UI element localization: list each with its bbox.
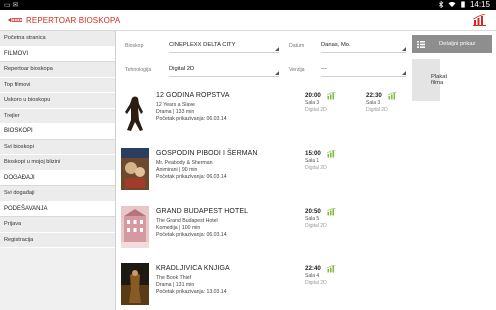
showtime-hall: Sala 5 [305, 216, 320, 222]
showtime-format: Digital 2D [305, 223, 327, 229]
showtime[interactable]: 22:40 Sala 4 Digital 2D [305, 265, 345, 286]
showtime-time: 20:50 [305, 208, 321, 215]
cinema-filter-label: Bioskop [125, 43, 144, 49]
showtime-format: Digital 2D [366, 107, 388, 113]
notification-icons: ▭ ✉ [4, 2, 19, 9]
movie-title[interactable]: KRADLJIVICA KNJIGA [156, 265, 230, 272]
nav-trailer[interactable]: Trejler [0, 108, 115, 124]
nav-all-cinemas[interactable]: Svi bioskopi [0, 139, 115, 155]
status-bar: ▭ ✉ 14:15 [0, 0, 496, 10]
showtime-format: Digital 2D [305, 165, 327, 171]
movie-title[interactable]: 12 GODINA ROPSTVA [156, 92, 230, 99]
showtime[interactable]: 20:00 Sala 3 Digital 2D [305, 92, 345, 113]
status-right: 14:15 [437, 0, 490, 9]
version-select-value: --- [321, 66, 327, 72]
dropdown-arrow-icon [275, 47, 279, 51]
cinema-select-value: CINEPLEXX DELTA CITY [169, 42, 236, 48]
movie-genre-duration: Animirani | 90 min [156, 167, 198, 173]
movie-title[interactable]: GOSPODIN PIBODI I ŠERMAN [156, 150, 258, 157]
list-view-icon [417, 40, 425, 48]
date-select-value: Danas, Mo. [321, 42, 351, 48]
movie-poster[interactable] [121, 263, 149, 305]
movie-genre-duration: Drama | 131 min [156, 282, 195, 288]
showtime-time: 22:40 [305, 265, 321, 272]
clock: 14:15 [469, 0, 490, 9]
showtime-time: 15:00 [305, 150, 321, 157]
movie-genre-duration: Komedija | 100 min [156, 225, 201, 231]
nav-section-settings: PODEŠAVANJA [0, 201, 115, 217]
nav-section-cinemas: BIOSKOPI [0, 124, 115, 140]
app-logo-icon[interactable] [8, 16, 22, 24]
buy-ticket-icon[interactable] [388, 92, 397, 100]
showtime-time: 20:00 [305, 92, 321, 99]
nav-home[interactable]: Početna stranica [0, 31, 115, 47]
ticket-chart-icon[interactable] [473, 14, 486, 26]
nav-nearby-cinemas[interactable]: Bioskopi u mojoj blizini [0, 155, 115, 171]
navigation-drawer: Početna stranica FILMOVI Repertoar biosk… [0, 31, 116, 310]
movie-genre-duration: Drama | 133 min [156, 109, 195, 115]
showtime[interactable]: 15:00 Sala 1 Digital 2D [305, 150, 345, 171]
battery-icon [461, 1, 465, 8]
nav-login[interactable]: Prijava [0, 217, 115, 233]
detail-view-label: Detaljni prikaz [439, 41, 476, 47]
movie-title[interactable]: GRAND BUDAPEST HOTEL [156, 208, 248, 215]
movie-original-title: Mr. Peabody & Sherman [156, 160, 213, 166]
showtime[interactable]: 22:30 Sala 3 Digital 2D [366, 92, 406, 113]
detail-view-button[interactable]: Detaljni prikaz [412, 35, 492, 53]
version-filter-label: Verzija [289, 67, 305, 73]
showtime-time: 22:30 [366, 92, 382, 99]
movie-poster[interactable] [121, 206, 149, 248]
showtime-hall: Sala 3 [305, 100, 320, 106]
movie-row[interactable]: KRADLJIVICA KNJIGA The Book Thief Drama … [117, 263, 496, 310]
showtime-hall: Sala 3 [366, 100, 381, 106]
buy-ticket-icon[interactable] [327, 150, 336, 158]
movie-original-title: The Book Thief [156, 275, 192, 281]
wifi-icon [448, 1, 456, 8]
version-select[interactable]: --- [321, 63, 406, 77]
showtime-format: Digital 2D [305, 107, 327, 113]
movie-row[interactable]: 12 GODINA ROPSTVA 12 Years a Slave Drama… [117, 90, 496, 146]
movie-start-date: Početak prikazivanja: 13.03.14 [156, 289, 227, 295]
action-bar: REPERTOAR BIOSKOPA [0, 10, 496, 31]
movie-original-title: The Grand Budapest Hotel [156, 218, 218, 224]
technology-select-value: Digital 2D [169, 66, 195, 72]
bluetooth-icon [438, 1, 444, 8]
movie-start-date: Početak prikazivanja: 06.03.14 [156, 174, 227, 180]
movie-poster[interactable] [121, 148, 149, 190]
main-content: Bioskop CINEPLEXX DELTA CITY Datum Danas… [117, 31, 496, 310]
dropdown-arrow-icon [275, 71, 279, 75]
technology-select[interactable]: Digital 2D [169, 63, 279, 77]
dropdown-arrow-icon [402, 47, 406, 51]
movie-original-title: 12 Years a Slave [156, 102, 195, 108]
nav-top-movies[interactable]: Top filmovi [0, 77, 115, 93]
showtime[interactable]: 20:50 Sala 5 Digital 2D [305, 208, 345, 229]
cinema-select[interactable]: CINEPLEXX DELTA CITY [169, 39, 279, 53]
app-title: REPERTOAR BIOSKOPA [26, 16, 121, 25]
date-filter-label: Datum [289, 43, 305, 49]
dropdown-arrow-icon [402, 71, 406, 75]
buy-ticket-icon[interactable] [327, 265, 336, 273]
date-select[interactable]: Danas, Mo. [321, 39, 406, 53]
buy-ticket-icon[interactable] [327, 92, 336, 100]
movie-start-date: Početak prikazivanja: 06.03.14 [156, 116, 227, 122]
movie-poster[interactable] [121, 90, 149, 132]
technology-filter-label: Tehnologija [125, 67, 152, 73]
nav-cinema-repertoire[interactable]: Repertoar bioskopa [0, 62, 115, 78]
movie-start-date: Početak prikazivanja: 06.03.14 [156, 232, 227, 238]
movie-row[interactable]: GOSPODIN PIBODI I ŠERMAN Mr. Peabody & S… [117, 148, 496, 204]
nav-coming-soon[interactable]: Uskoro u bioskopu [0, 93, 115, 109]
showtime-hall: Sala 4 [305, 273, 320, 279]
buy-ticket-icon[interactable] [327, 208, 336, 216]
nav-all-events[interactable]: Svi događaji [0, 186, 115, 202]
showtime-hall: Sala 1 [305, 158, 320, 164]
poster-view-label: Plakat filma [431, 74, 448, 86]
nav-register[interactable]: Registracija [0, 232, 115, 248]
showtime-format: Digital 2D [305, 280, 327, 286]
nav-section-events: DOGAĐAJI [0, 170, 115, 186]
movie-row[interactable]: GRAND BUDAPEST HOTEL The Grand Budapest … [117, 206, 496, 262]
nav-section-movies: FILMOVI [0, 46, 115, 62]
